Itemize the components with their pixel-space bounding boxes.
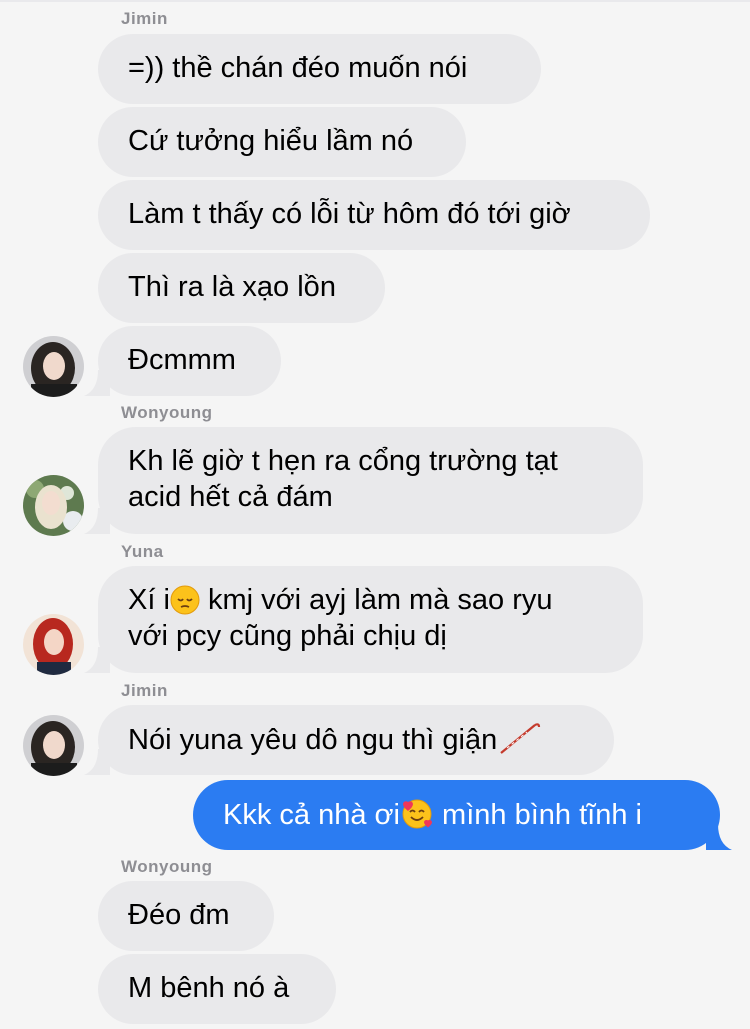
message-text: Cứ tưởng hiểu lầm nó [128,125,414,157]
message-text: M bênh nó à [128,972,290,1004]
message-bubble[interactable]: Nói yuna yêu dô ngu thì giận [98,705,614,775]
message-bubble[interactable]: Kh lẽ giờ t hẹn ra cổng trường tạt acid … [98,427,643,534]
message-bubble[interactable]: Đcmmm [98,326,281,396]
chat-thread: Jimin =)) thề chán đéo muốn nói Cứ tưởng… [0,0,750,1029]
message-bubble[interactable]: =)) thề chán đéo muốn nói [98,34,541,104]
smiling-face-with-hearts-icon [402,799,432,829]
message-bubble[interactable]: Đéo đm [98,881,274,951]
bubble-tail [84,508,110,534]
sender-name: Wonyoung [121,403,213,422]
avatar-wonyoung[interactable] [23,475,84,536]
cane-icon [500,723,541,754]
message-bubble[interactable]: Thì ra là xạo lồn [98,253,385,323]
message-text: Nói yuna yêu dô ngu thì giận [128,724,498,756]
message-text: Kkk cả nhà ơi [223,799,400,831]
message-text: kmj với ayj làm mà sao ryu [199,584,553,616]
message-text: Đéo đm [128,899,230,931]
bubble-tail [84,749,110,775]
message-text-line: Xí i kmj với ayj làm mà sao ryu [128,582,613,618]
avatar-yuna[interactable] [23,614,84,675]
bubble-tail [84,647,110,673]
message-text: Thì ra là xạo lồn [128,271,336,303]
avatar-image [23,715,84,776]
message-text: Đcmmm [128,344,236,376]
avatar-image [23,336,84,397]
sender-name: Jimin [121,681,168,700]
bubble-tail [84,370,110,396]
message-text: Xí i [128,584,170,616]
pensive-face-icon [170,585,200,615]
message-text: mình bình tĩnh i [434,799,642,831]
message-text: Làm t thấy có lỗi từ hôm đó tới giờ [128,198,571,230]
message-bubble[interactable]: Làm t thấy có lỗi từ hôm đó tới giờ [98,180,650,250]
sent-message-bubble[interactable]: Kkk cả nhà ơi mình bình tĩnh i [193,780,720,850]
message-text-line: với pcy cũng phải chịu dị [128,620,447,652]
message-bubble[interactable]: Xí i kmj với ayj làm mà sao ryu với pcy … [98,566,643,673]
bubble-tail [706,824,732,850]
message-text-line: acid hết cả đám [128,481,333,513]
sender-name: Wonyoung [121,857,213,876]
message-bubble[interactable]: M bênh nó à [98,954,336,1024]
top-divider [0,0,750,2]
avatar-jimin[interactable] [23,715,84,776]
avatar-image [23,614,84,675]
sender-name: Yuna [121,542,164,561]
message-text-line: Kh lẽ giờ t hẹn ra cổng trường tạt [128,445,558,477]
message-bubble[interactable]: Cứ tưởng hiểu lầm nó [98,107,466,177]
sender-name: Jimin [121,9,168,28]
message-text: =)) thề chán đéo muốn nói [128,52,468,84]
avatar-jimin[interactable] [23,336,84,397]
avatar-image [23,475,84,536]
